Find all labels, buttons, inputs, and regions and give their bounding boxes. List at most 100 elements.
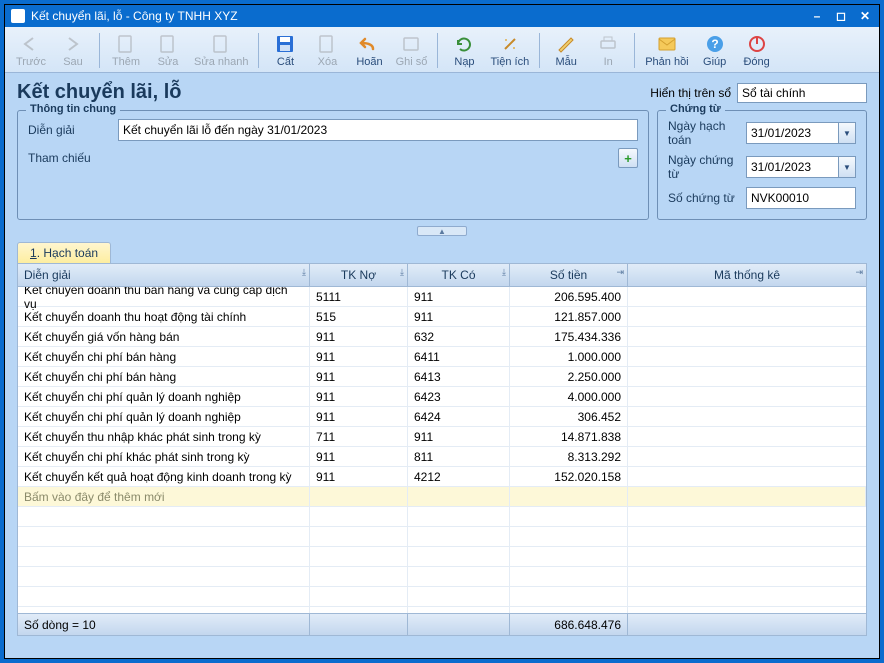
next-button[interactable]: Sau [53,31,93,70]
col-debit[interactable]: TK Nợ⤓ [310,264,408,286]
cell-description: Kết chuyển doanh thu hoạt động tài chính [18,307,310,326]
cell-stat [628,387,866,406]
table-row[interactable]: Kết chuyển doanh thu bán hàng và cung cấ… [18,287,866,307]
general-info-fieldset: Thông tin chung Diễn giải Tham chiếu + [17,110,649,220]
cell-amount: 306.452 [510,407,628,426]
table-row[interactable]: Kết chuyển chi phí quản lý doanh nghiệp9… [18,387,866,407]
empty-row [18,587,866,607]
add-button[interactable]: Thêm [106,31,146,70]
post-button[interactable]: Ghi sổ [391,31,431,70]
titlebar: Kết chuyển lãi, lỗ - Công ty TNHH XYZ – … [5,5,879,27]
cell-debit: 911 [310,327,408,346]
table-row[interactable]: Kết chuyển giá vốn hàng bán911632175.434… [18,327,866,347]
cell-stat [628,427,866,446]
mail-icon [656,33,678,55]
prev-button[interactable]: Trước [11,31,51,70]
cell-amount: 175.434.336 [510,327,628,346]
table-row[interactable]: Kết chuyển chi phí khác phát sinh trong … [18,447,866,467]
table-row[interactable]: Kết chuyển chi phí bán hàng91164132.250.… [18,367,866,387]
add-reference-button[interactable]: + [618,148,638,168]
cell-credit: 6423 [408,387,510,406]
quick-edit-button[interactable]: Sửa nhanh [190,31,252,70]
wand-icon [499,33,521,55]
table-row[interactable]: Kết chuyển thu nhập khác phát sinh trong… [18,427,866,447]
cell-credit: 632 [408,327,510,346]
reference-value [118,147,618,169]
utility-button[interactable]: Tiện ích [486,31,533,70]
cell-credit: 911 [408,307,510,326]
cell-description: Kết chuyển chi phí bán hàng [18,367,310,386]
col-stat[interactable]: Mã thống kê⇥ [628,264,866,286]
voucher-no-input[interactable] [746,187,856,209]
edit-button[interactable]: Sửa [148,31,188,70]
cell-amount: 121.857.000 [510,307,628,326]
cell-amount: 1.000.000 [510,347,628,366]
table-row[interactable]: Kết chuyển kết quả hoạt động kinh doanh … [18,467,866,487]
table-row[interactable]: Kết chuyển chi phí quản lý doanh nghiệp9… [18,407,866,427]
help-button[interactable]: ?Giúp [695,31,735,70]
cell-stat [628,347,866,366]
cell-debit: 911 [310,367,408,386]
doc-flash-icon [210,33,232,55]
cell-debit: 911 [310,407,408,426]
arrow-left-icon [20,33,42,55]
table-row[interactable]: Kết chuyển doanh thu hoạt động tài chính… [18,307,866,327]
voucher-date-input[interactable] [746,156,838,178]
refresh-icon [453,33,475,55]
doc-plus-icon [115,33,137,55]
cell-stat [628,467,866,486]
reference-label: Tham chiếu [28,151,118,165]
minimize-button[interactable]: – [809,9,825,23]
cell-debit: 5111 [310,287,408,306]
cell-stat [628,407,866,426]
cell-credit: 811 [408,447,510,466]
table-row[interactable]: Kết chuyển chi phí bán hàng91164111.000.… [18,347,866,367]
cell-debit: 515 [310,307,408,326]
print-button[interactable]: In [588,31,628,70]
col-description[interactable]: Diễn giải⤓ [18,264,310,286]
cell-amount: 8.313.292 [510,447,628,466]
row-count: Số dòng = 10 [18,614,310,635]
floppy-icon [274,33,296,55]
cell-credit: 911 [408,287,510,306]
voucher-fieldset: Chứng từ Ngày hạch toán ▼ Ngày chứng từ … [657,110,867,220]
grid-body[interactable]: Kết chuyển doanh thu bán hàng và cung cấ… [18,287,866,613]
empty-row [18,507,866,527]
help-icon: ? [704,33,726,55]
display-on-value [737,83,867,103]
save-button[interactable]: Cất [265,31,305,70]
doc-x-icon [316,33,338,55]
cell-credit: 6424 [408,407,510,426]
feedback-button[interactable]: Phản hồi [641,31,692,70]
pin-icon: ⇥ [855,267,863,278]
display-on-label: Hiển thị trên sổ [650,86,731,100]
col-credit[interactable]: TK Có⤓ [408,264,510,286]
delete-button[interactable]: Xóa [307,31,347,70]
posting-date-dropdown[interactable]: ▼ [838,122,856,144]
close-button[interactable]: Đóng [737,31,777,70]
pin-icon: ⤓ [502,267,506,278]
posting-date-input[interactable] [746,122,838,144]
new-row[interactable]: Bấm vào đây để thêm mới [18,487,866,507]
cell-debit: 911 [310,467,408,486]
maximize-button[interactable]: ◻ [833,9,849,23]
col-amount[interactable]: Số tiền⇥ [510,264,628,286]
collapse-handle[interactable]: ▲ [417,226,467,236]
reload-button[interactable]: Nạp [444,31,484,70]
undo-button[interactable]: Hoãn [349,31,389,70]
empty-row [18,567,866,587]
arrow-right-icon [62,33,84,55]
template-button[interactable]: Mẫu [546,31,586,70]
doc-pencil-icon [157,33,179,55]
close-window-button[interactable]: ✕ [857,9,873,23]
cell-stat [628,367,866,386]
cell-amount: 206.595.400 [510,287,628,306]
cell-debit: 911 [310,447,408,466]
tab-accounting[interactable]: 1. Hạch toán [17,242,111,263]
voucher-date-label: Ngày chứng từ [668,153,746,181]
cell-amount: 14.871.838 [510,427,628,446]
voucher-date-dropdown[interactable]: ▼ [838,156,856,178]
total-amount: 686.648.476 [510,614,628,635]
description-input[interactable] [118,119,638,141]
cell-description: Kết chuyển doanh thu bán hàng và cung cấ… [18,287,310,306]
